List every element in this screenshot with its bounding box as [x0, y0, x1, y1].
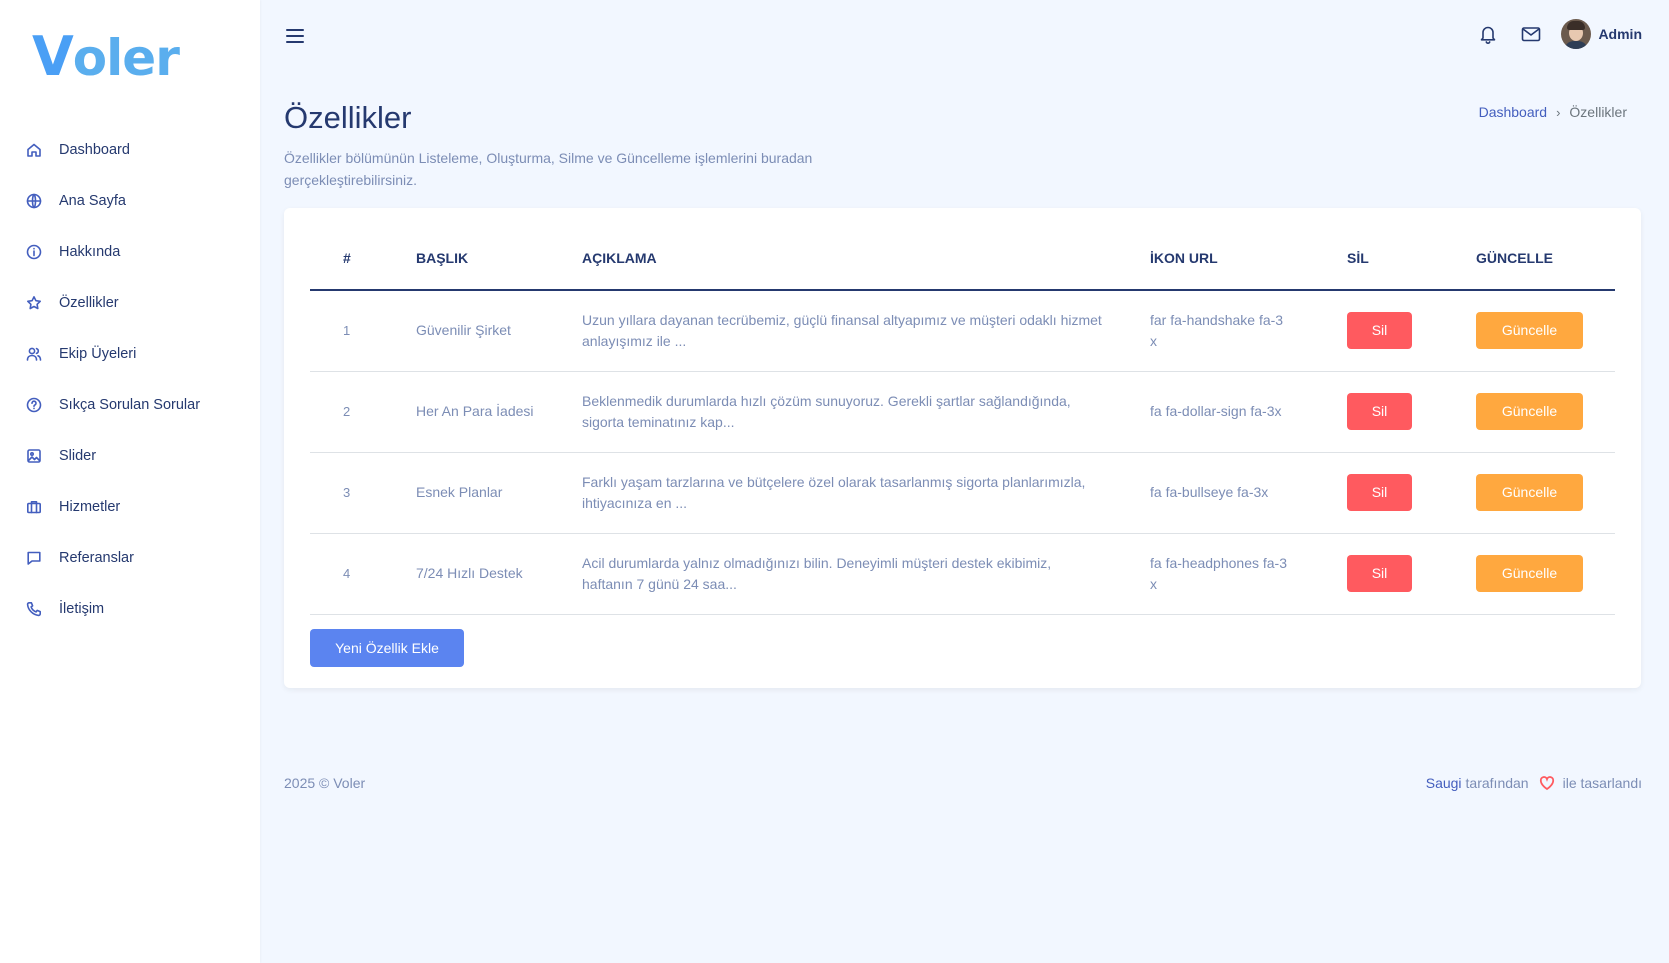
footer-copyright: 2025 © Voler: [284, 775, 366, 791]
chat-icon: [25, 549, 43, 567]
row-icon-url: fa fa-dollar-sign fa-3x: [1150, 403, 1282, 419]
sidebar-item-hakkinda[interactable]: Hakkında: [0, 226, 260, 277]
table-header-row: # BAŞLIK AÇIKLAMA İKON URL SİL GÜNCELLE: [310, 226, 1615, 291]
sidebar-item-hizmetler[interactable]: Hizmetler: [0, 481, 260, 532]
heart-icon: [1539, 775, 1555, 791]
page-subtitle: Özellikler bölümünün Listeleme, Oluşturm…: [284, 150, 813, 188]
bell-icon[interactable]: [1475, 21, 1501, 47]
row-title: 7/24 Hızlı Destek: [416, 565, 523, 581]
footer-designed-text: ile tasarlandı: [1562, 775, 1642, 791]
update-button[interactable]: Güncelle: [1476, 555, 1583, 592]
menu-toggle-icon[interactable]: [284, 26, 306, 46]
delete-button[interactable]: Sil: [1347, 474, 1412, 511]
sidebar-item-label: Dashboard: [59, 141, 130, 158]
column-header-index: #: [310, 226, 416, 291]
row-title: Güvenilir Şirket: [416, 322, 511, 339]
table-row: 3 Esnek Planlar Farklı yaşam tarzlarına …: [310, 452, 1615, 534]
add-feature-button[interactable]: Yeni Özellik Ekle: [310, 629, 464, 667]
column-header-icon-url: İKON URL: [1150, 226, 1347, 291]
sidebar-item-label: Özellikler: [59, 294, 119, 311]
star-icon: [25, 294, 43, 312]
sidebar: Voler Dashboard Ana Sayfa Hakkında Özell…: [0, 0, 260, 963]
avatar[interactable]: [1561, 19, 1592, 49]
delete-button[interactable]: Sil: [1347, 393, 1412, 430]
footer-author-link[interactable]: Saugi: [1426, 775, 1462, 791]
people-icon: [25, 345, 43, 363]
features-table: # BAŞLIK AÇIKLAMA İKON URL SİL GÜNCELLE …: [310, 226, 1615, 615]
sidebar-menu: Dashboard Ana Sayfa Hakkında Özellikler …: [0, 124, 260, 634]
question-icon: [25, 396, 43, 414]
sidebar-item-sss[interactable]: Sıkça Sorulan Sorular: [0, 379, 260, 430]
sidebar-item-label: Hakkında: [59, 243, 121, 260]
row-icon-url: fa fa-headphones fa-3x: [1150, 554, 1287, 592]
delete-button[interactable]: Sil: [1347, 312, 1412, 350]
breadcrumb-current: Özellikler: [1569, 104, 1627, 120]
user-name[interactable]: Admin: [1598, 26, 1642, 42]
column-header-description: AÇIKLAMA: [582, 226, 1150, 291]
row-index: 3: [310, 452, 416, 534]
breadcrumb: Dashboard › Özellikler: [1479, 104, 1627, 120]
brand-logo[interactable]: Voler: [32, 29, 180, 87]
features-card: # BAŞLIK AÇIKLAMA İKON URL SİL GÜNCELLE …: [284, 208, 1641, 688]
update-button[interactable]: Güncelle: [1476, 312, 1583, 350]
sidebar-item-dashboard[interactable]: Dashboard: [0, 124, 260, 175]
phone-icon: [25, 600, 43, 618]
update-button[interactable]: Güncelle: [1476, 474, 1583, 511]
sidebar-item-iletisim[interactable]: İletişim: [0, 583, 260, 634]
home-icon: [25, 141, 43, 159]
sidebar-item-label: Hizmetler: [59, 498, 121, 515]
sidebar-item-label: Ekip Üyeleri: [59, 345, 137, 362]
row-description: Beklenmedik durumlarda hızlı çözüm sunuy…: [582, 392, 1071, 430]
sidebar-item-label: İletişim: [59, 600, 105, 617]
topbar-actions: Admin: [1475, 17, 1642, 51]
row-description: Acil durumlarda yalnız olmadığınızı bili…: [582, 554, 1052, 592]
info-icon: [25, 243, 43, 261]
update-button[interactable]: Güncelle: [1476, 393, 1583, 430]
sidebar-item-ekip-uyeleri[interactable]: Ekip Üyeleri: [0, 328, 260, 379]
table-row: 4 7/24 Hızlı Destek Acil durumlarda yaln…: [310, 533, 1615, 615]
footer-by-text: tarafından: [1465, 775, 1529, 791]
row-icon-url: far fa-handshake fa-3x: [1150, 311, 1284, 349]
chevron-right-icon: ›: [1556, 104, 1561, 120]
brand-rest: oler: [72, 29, 180, 87]
image-icon: [25, 447, 43, 465]
sidebar-item-label: Referanslar: [59, 549, 134, 566]
sidebar-item-slider[interactable]: Slider: [0, 430, 260, 481]
column-header-delete: SİL: [1347, 226, 1476, 291]
row-icon-url: fa fa-bullseye fa-3x: [1150, 484, 1269, 500]
table-row: 2 Her An Para İadesi Beklenmedik durumla…: [310, 371, 1615, 453]
mail-icon[interactable]: [1518, 21, 1544, 47]
globe-icon: [25, 192, 43, 210]
row-description: Farklı yaşam tarzlarına ve bütçelere öze…: [582, 473, 1086, 511]
sidebar-item-ozellikler[interactable]: Özellikler: [0, 277, 260, 328]
row-title: Esnek Planlar: [416, 484, 503, 500]
sidebar-item-label: Sıkça Sorulan Sorular: [59, 396, 201, 413]
sidebar-item-ana-sayfa[interactable]: Ana Sayfa: [0, 175, 260, 226]
row-index: 4: [310, 533, 416, 615]
row-index: 2: [310, 371, 416, 453]
row-title: Her An Para İadesi: [416, 403, 534, 419]
column-header-title: BAŞLIK: [416, 226, 582, 291]
table-row: 1 Güvenilir Şirket Uzun yıllara dayanan …: [310, 290, 1615, 372]
sidebar-item-referanslar[interactable]: Referanslar: [0, 532, 260, 583]
row-index: 1: [310, 290, 416, 372]
delete-button[interactable]: Sil: [1347, 555, 1412, 592]
sidebar-item-label: Ana Sayfa: [59, 192, 126, 209]
brand-first-letter: V: [32, 25, 74, 88]
footer-credits: Saugi tarafından ile tasarlandı: [1426, 775, 1642, 791]
row-description: Uzun yıllara dayanan tecrübemiz, güçlü f…: [582, 311, 1102, 349]
briefcase-icon: [25, 498, 43, 516]
page-title: Özellikler: [284, 100, 412, 135]
breadcrumb-home-link[interactable]: Dashboard: [1479, 104, 1548, 120]
column-header-update: GÜNCELLE: [1476, 226, 1615, 291]
sidebar-item-label: Slider: [59, 447, 97, 464]
